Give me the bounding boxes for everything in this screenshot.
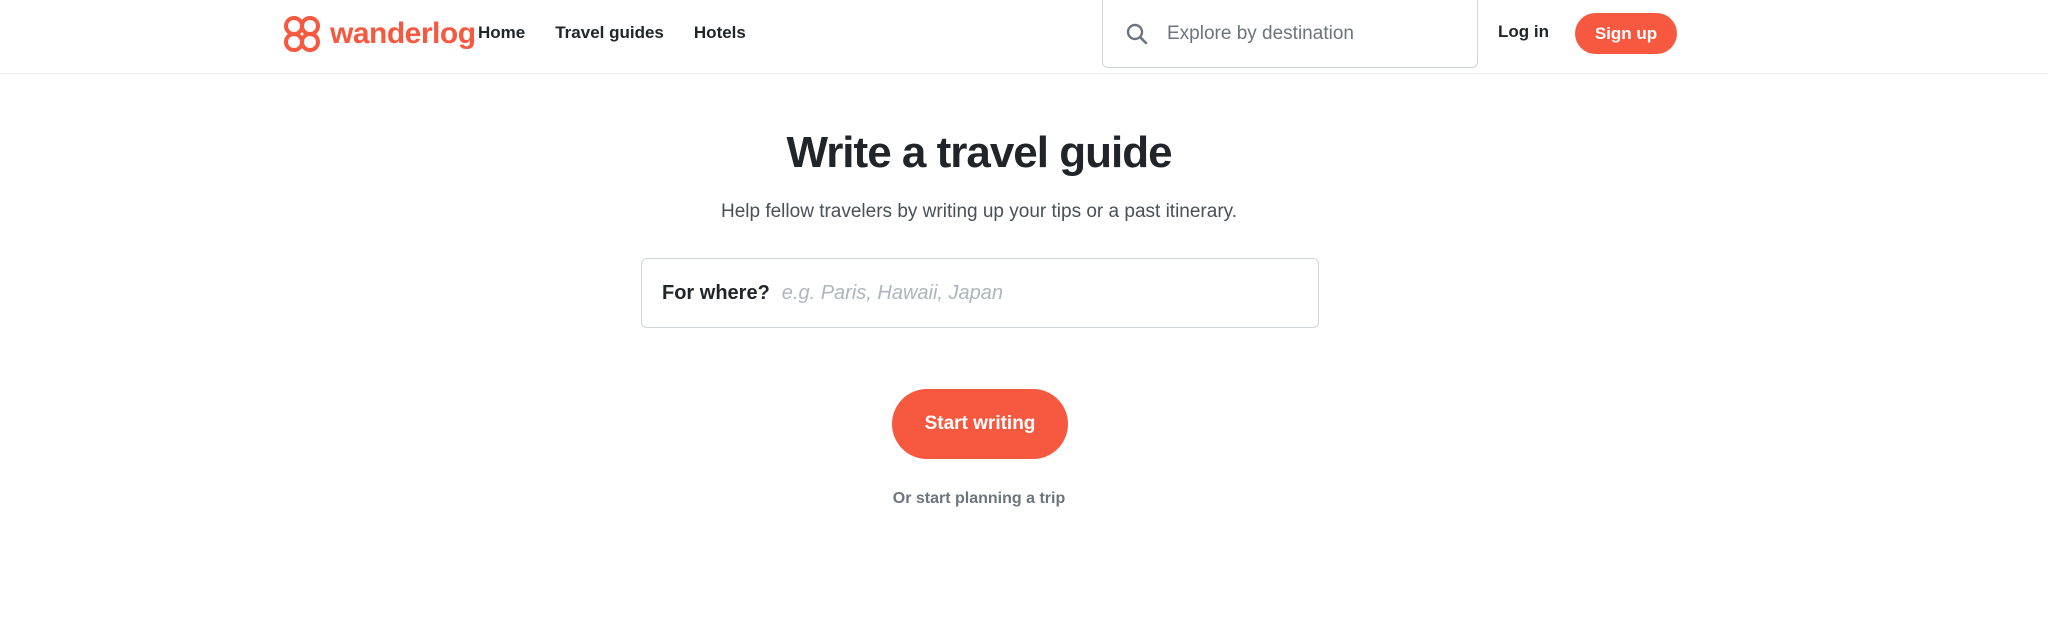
top-navbar: wanderlog Home Travel guides Hotels Log … [0,0,2048,74]
where-input[interactable] [779,280,1264,306]
nav-travel-guides[interactable]: Travel guides [555,23,664,43]
search-icon [1125,22,1149,46]
start-writing-button[interactable]: Start writing [892,389,1068,459]
main-nav: Home Travel guides Hotels [478,22,776,44]
where-label: For where? [662,281,770,304]
start-planning-link-text[interactable]: Or start planning a trip [893,490,1065,507]
wanderlog-logo-icon [282,14,322,54]
brand-name: wanderlog [330,17,476,50]
destination-search-input[interactable] [1165,21,1449,46]
brand-logo[interactable]: wanderlog [282,14,476,54]
destination-search-box[interactable] [1102,0,1478,68]
where-field[interactable]: For where? [641,258,1319,328]
page-subtitle: Help fellow travelers by writing up your… [720,201,1238,222]
signup-button[interactable]: Sign up [1575,13,1677,54]
nav-hotels[interactable]: Hotels [694,23,746,43]
page-title: Write a travel guide [786,128,1172,177]
start-planning-link: Or start planning a trip [0,490,1958,508]
login-link[interactable]: Log in [1498,22,1549,42]
nav-home[interactable]: Home [478,23,525,43]
